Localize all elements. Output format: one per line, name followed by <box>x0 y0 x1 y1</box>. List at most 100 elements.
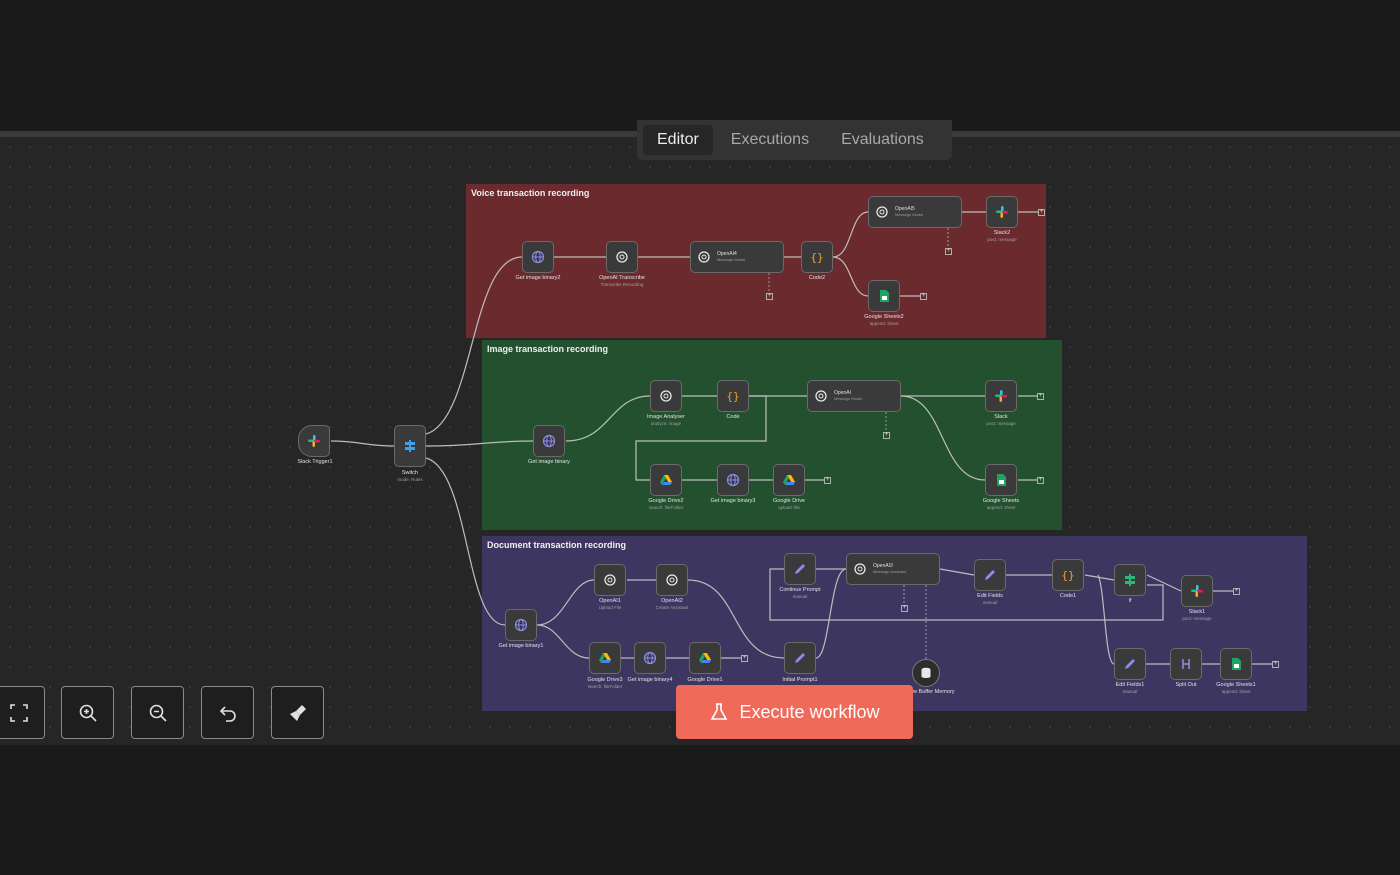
add-model-button[interactable]: + <box>883 432 890 439</box>
google-sheets-icon <box>1232 658 1241 670</box>
pencil-icon <box>985 570 995 580</box>
node-label: Get image binary1 <box>498 643 544 649</box>
node-label: Edit Fields manual <box>977 593 1003 605</box>
zoom-in-button[interactable] <box>61 686 114 739</box>
pencil-icon <box>1125 659 1135 669</box>
get-image-binary1-node[interactable] <box>505 609 537 641</box>
openai4-node[interactable]: OpenAI4 Message Model <box>690 241 784 273</box>
fit-view-button[interactable] <box>0 686 45 739</box>
globe-icon <box>726 473 740 487</box>
code2-node[interactable]: {} <box>801 241 833 273</box>
switch-node[interactable] <box>394 425 426 467</box>
globe-icon <box>531 250 545 264</box>
add-model-button[interactable]: + <box>766 293 773 300</box>
add-node-button[interactable]: + <box>920 293 927 300</box>
initial-prompt1-node[interactable] <box>784 642 816 674</box>
tab-executions[interactable]: Executions <box>717 125 823 155</box>
slack-icon <box>996 206 1008 218</box>
openai3-node[interactable]: OpenAI3 Message Assistant <box>846 553 940 585</box>
openai-transcribe-node[interactable] <box>606 241 638 273</box>
group-title: Document transaction recording <box>487 540 627 550</box>
add-node-button[interactable]: + <box>1037 477 1044 484</box>
add-model-button[interactable]: + <box>901 605 908 612</box>
execute-workflow-button[interactable]: Execute workflow <box>676 685 913 739</box>
node-label: Slack2 post: message <box>987 230 1017 242</box>
node-label: Switch mode: Rules <box>397 470 423 482</box>
code-node[interactable]: {} <box>717 380 749 412</box>
node-label: Code <box>726 414 740 420</box>
code-braces-icon: {} <box>810 251 823 264</box>
add-node-button[interactable]: + <box>1037 393 1044 400</box>
slack2-node[interactable] <box>986 196 1018 228</box>
get-image-binary4-node[interactable] <box>634 642 666 674</box>
split-out-node[interactable] <box>1170 648 1202 680</box>
image-analyser-node[interactable] <box>650 380 682 412</box>
slack-node[interactable] <box>985 380 1017 412</box>
node-label: Google Sheets append: sheet <box>982 498 1020 510</box>
if-node[interactable] <box>1114 564 1146 596</box>
slack-trigger-node[interactable] <box>298 425 330 457</box>
google-drive-node[interactable] <box>773 464 805 496</box>
broom-icon <box>289 704 306 721</box>
google-sheets-icon <box>880 290 889 302</box>
code-braces-icon: {} <box>1061 569 1074 582</box>
google-sheets-node[interactable] <box>985 464 1017 496</box>
node-label: Google Sheets2 append: sheet <box>864 314 904 326</box>
tab-evaluations[interactable]: Evaluations <box>827 125 938 155</box>
node-label: OpenAI2 Create Assistant <box>655 598 689 610</box>
openai-icon <box>660 390 672 402</box>
node-label: Google Sheets1 append: sheet <box>1216 682 1256 694</box>
slack1-node[interactable] <box>1181 575 1213 607</box>
openai-icon <box>604 574 616 586</box>
execute-workflow-label: Execute workflow <box>739 701 880 722</box>
add-model-button[interactable]: + <box>945 248 952 255</box>
add-node-button[interactable]: + <box>741 655 748 662</box>
add-node-button[interactable]: + <box>1038 209 1045 216</box>
if-branch-icon <box>1125 574 1135 586</box>
node-label: Code2 <box>808 275 826 281</box>
node-label: If <box>1128 598 1132 604</box>
get-image-binary3-node[interactable] <box>717 464 749 496</box>
svg-text:{}: {} <box>810 251 823 264</box>
split-icon <box>1182 659 1190 669</box>
add-node-button[interactable]: + <box>1272 661 1279 668</box>
zoom-out-button[interactable] <box>131 686 184 739</box>
window-buffer-memory-node[interactable] <box>912 659 940 687</box>
code1-node[interactable]: {} <box>1052 559 1084 591</box>
node-label: Get image binary <box>528 459 570 465</box>
node-label: Get image binary2 <box>515 275 561 281</box>
zoom-out-icon <box>149 704 167 722</box>
get-image-binary-node[interactable] <box>533 425 565 457</box>
tidy-up-button[interactable] <box>271 686 324 739</box>
add-node-button[interactable]: + <box>824 477 831 484</box>
bottom-bar <box>0 745 1400 875</box>
zoom-in-icon <box>79 704 97 722</box>
database-icon <box>921 667 931 678</box>
openai2-node[interactable] <box>656 564 688 596</box>
google-drive-icon <box>699 653 711 663</box>
top-bar <box>0 0 1400 131</box>
add-node-button[interactable]: + <box>1233 588 1240 595</box>
openai-icon <box>854 563 866 575</box>
openai1-node[interactable] <box>594 564 626 596</box>
openai5-node[interactable]: OpenAI5 Message Model <box>868 196 962 228</box>
google-drive3-node[interactable] <box>589 642 621 674</box>
google-drive-icon <box>599 653 611 663</box>
openai-icon <box>698 251 710 263</box>
openai-node[interactable]: OpenAI Message Model <box>807 380 901 412</box>
switch-icon <box>405 440 415 452</box>
edit-fields-node[interactable] <box>974 559 1006 591</box>
google-sheets1-node[interactable] <box>1220 648 1252 680</box>
google-drive1-node[interactable] <box>689 642 721 674</box>
reset-zoom-button[interactable] <box>201 686 254 739</box>
google-drive2-node[interactable] <box>650 464 682 496</box>
openai-icon <box>616 251 628 263</box>
continue-prompt-node[interactable] <box>784 553 816 585</box>
edit-fields1-node[interactable] <box>1114 648 1146 680</box>
globe-icon <box>514 618 528 632</box>
node-label: Slack post: message <box>986 414 1016 426</box>
slack-icon <box>995 390 1007 402</box>
get-image-binary2-node[interactable] <box>522 241 554 273</box>
google-sheets2-node[interactable] <box>868 280 900 312</box>
tab-editor[interactable]: Editor <box>643 125 713 155</box>
